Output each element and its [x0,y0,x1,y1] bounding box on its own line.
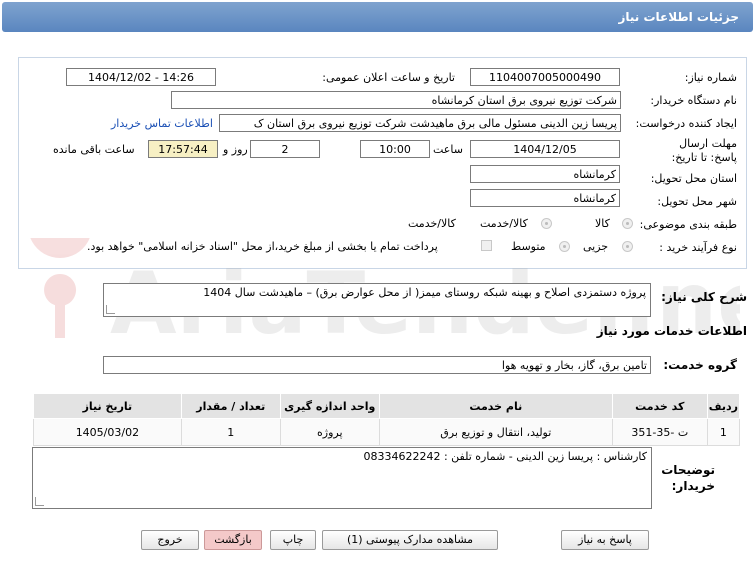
creator-field[interactable]: پریسا زین الدینی مسئول مالی برق ماهیدشت … [219,114,621,132]
creator-label: ایجاد کننده درخواست: [635,117,737,130]
remaining-time-field: 17:57:44 [148,140,218,158]
process-option-medium: متوسط [511,240,546,253]
summary-label: شرح کلی نیاز: [661,290,747,304]
contact-buyer-link[interactable]: اطلاعات تماس خریدار [111,117,213,130]
category-option-service: کالا/خدمت [408,217,456,230]
city-field[interactable]: کرمانشاه [470,189,620,207]
need-number-field[interactable]: 1104007005000490 [470,68,620,86]
need-info-panel [18,57,747,269]
print-button[interactable]: چاپ [270,530,316,550]
back-button[interactable]: بازگشت [204,530,262,550]
summary-textarea[interactable]: پروژه دستمزدی اصلاح و بهینه شبکه روستای … [103,283,651,317]
category-option-goods-service: کالا/خدمت [480,217,528,230]
city-label: شهر محل تحویل: [657,195,737,208]
category-radio-goods[interactable] [622,218,633,229]
cell-quantity: 1 [180,418,281,446]
service-group-label: گروه خدمت: [663,358,737,372]
col-service-name: نام خدمت [378,393,613,419]
table-row: 1 ت -35-351 تولید، انتقال و توزیع برق پر… [33,418,741,446]
announce-label: تاریخ و ساعت اعلان عمومی: [322,71,455,84]
col-service-code: کد خدمت [611,393,708,419]
need-number-label: شماره نیاز: [684,71,737,84]
services-title: اطلاعات خدمات مورد نیاز [596,324,747,338]
buyer-org-label: نام دستگاه خریدار: [650,94,737,107]
col-quantity: تعداد / مقدار [180,393,281,419]
summary-text: پروژه دستمزدی اصلاح و بهینه شبکه روستای … [203,286,646,299]
col-unit: واحد اندازه گیری [279,393,380,419]
cell-service-code: ت -35-351 [611,418,708,446]
treasury-payment-note: پرداخت تمام یا بخشی از مبلغ خرید،از محل … [87,240,438,253]
deadline-time-field[interactable]: 10:00 [360,140,430,158]
deadline-label: مهلت ارسال پاسخ: تا تاریخ: [671,137,737,164]
reply-button[interactable]: پاسخ به نیاز [561,530,649,550]
service-group-field[interactable]: تامین برق، گاز، بخار و تهویه هوا [103,356,651,374]
process-option-minor: جزیی [583,240,609,253]
page-title: جزئیات اطلاعات نیاز [618,10,739,24]
exit-button[interactable]: خروج [141,530,199,550]
page-header: جزئیات اطلاعات نیاز [2,2,753,32]
category-radio-goods-service[interactable] [541,218,552,229]
province-field[interactable]: کرمانشاه [470,165,620,183]
attachments-button[interactable]: مشاهده مدارک پیوستی (1) [322,530,498,550]
announce-field[interactable]: 1404/12/02 - 14:26 [66,68,216,86]
process-radio-medium[interactable] [559,241,570,252]
category-label: طبقه بندی موضوعی: [639,218,737,231]
col-row-number: ردیف [706,393,741,419]
resize-handle-icon[interactable] [106,305,115,314]
resize-handle-icon[interactable] [35,497,44,506]
cell-service-name: تولید، انتقال و توزیع برق [378,418,613,446]
cell-need-date: 1405/03/02 [33,418,182,446]
remaining-label: ساعت باقی مانده [53,143,135,156]
days-label: روز و [223,143,248,156]
category-option-goods: کالا [595,217,610,230]
cell-unit: پروژه [279,418,380,446]
time-label: ساعت [433,143,463,156]
buyer-org-field[interactable]: شرکت توزیع نیروی برق استان کرمانشاه [171,91,621,109]
deadline-date-field[interactable]: 1404/12/05 [470,140,620,158]
days-field[interactable]: 2 [250,140,320,158]
treasury-payment-checkbox[interactable] [481,240,492,251]
col-need-date: تاریخ نیاز [33,393,182,419]
cell-row-number: 1 [706,418,741,446]
process-label: نوع فرآیند خرید : [659,241,737,254]
services-table: ردیف کد خدمت نام خدمت واحد اندازه گیری ت… [33,393,741,446]
province-label: استان محل تحویل: [650,172,737,185]
buyer-notes-textarea[interactable]: کارشناس : پریسا زین الدینی - شماره تلفن … [32,447,652,509]
buyer-notes-label: توضیحات خریدار: [661,463,715,493]
process-radio-minor[interactable] [622,241,633,252]
buyer-notes-text: کارشناس : پریسا زین الدینی - شماره تلفن … [363,450,647,463]
